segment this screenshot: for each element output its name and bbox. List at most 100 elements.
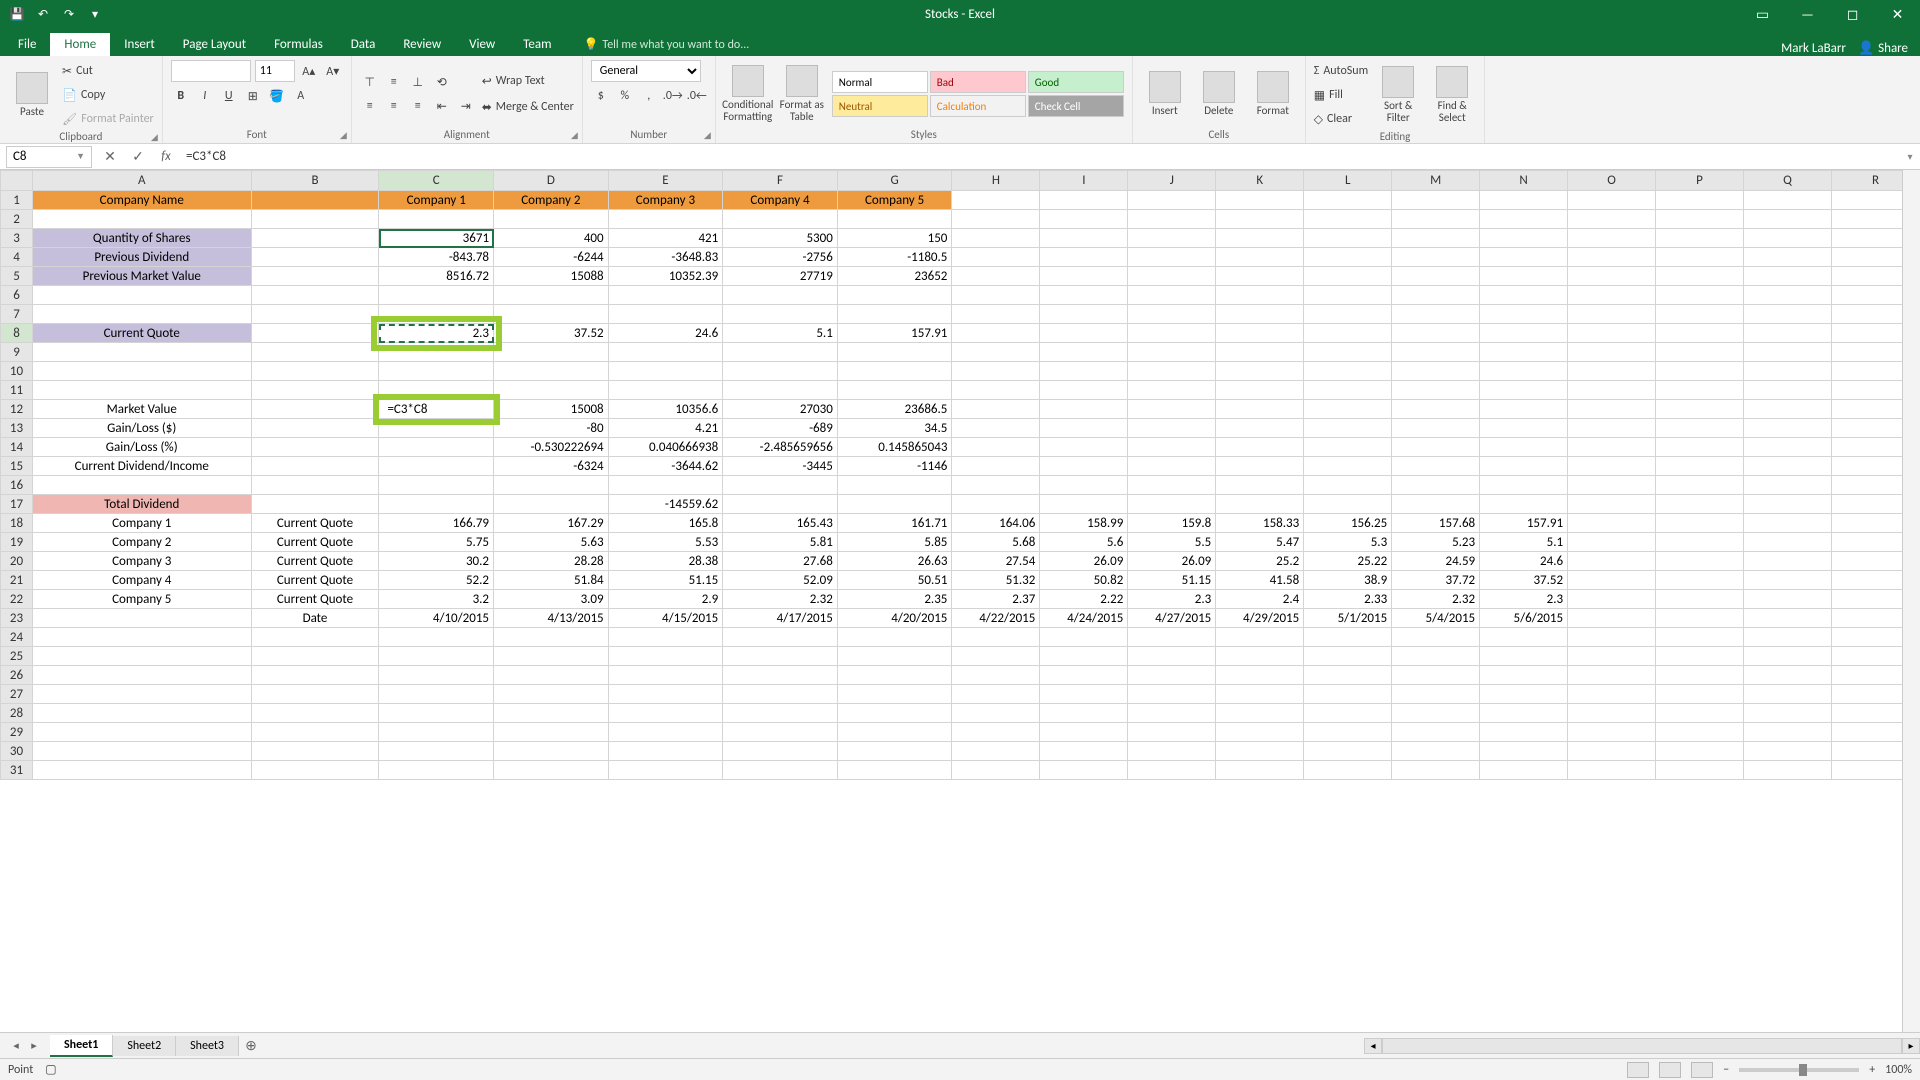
- row-header-28[interactable]: 28: [1, 704, 33, 723]
- cell-B13[interactable]: [251, 419, 379, 438]
- col-header-B[interactable]: B: [251, 171, 379, 191]
- cell-F3[interactable]: 5300: [723, 229, 838, 248]
- cell-L13[interactable]: [1304, 419, 1392, 438]
- cell-C2[interactable]: [379, 210, 494, 229]
- cell-A13[interactable]: Gain/Loss ($): [32, 419, 251, 438]
- cell-D30[interactable]: [494, 742, 609, 761]
- cell-J29[interactable]: [1128, 723, 1216, 742]
- cell-K5[interactable]: [1216, 267, 1304, 286]
- cell-J20[interactable]: 26.09: [1128, 552, 1216, 571]
- cell-A9[interactable]: [32, 343, 251, 362]
- cell-E19[interactable]: 5.53: [608, 533, 723, 552]
- font-size-input[interactable]: [255, 60, 295, 82]
- cell-F17[interactable]: [723, 495, 838, 514]
- cell-L3[interactable]: [1304, 229, 1392, 248]
- paste-button[interactable]: Paste: [8, 72, 56, 118]
- zoom-level[interactable]: 100%: [1885, 1063, 1912, 1077]
- tab-view[interactable]: View: [455, 33, 509, 56]
- cell-C16[interactable]: [379, 476, 494, 495]
- cell-H2[interactable]: [952, 210, 1040, 229]
- cell-H6[interactable]: [952, 286, 1040, 305]
- cell-I25[interactable]: [1040, 647, 1128, 666]
- cell-B20[interactable]: Current Quote: [251, 552, 379, 571]
- cell-Q26[interactable]: [1743, 666, 1831, 685]
- cell-G19[interactable]: 5.85: [837, 533, 952, 552]
- cell-H18[interactable]: 164.06: [952, 514, 1040, 533]
- cell-G27[interactable]: [837, 685, 952, 704]
- cell-O1[interactable]: [1568, 191, 1656, 210]
- cell-F29[interactable]: [723, 723, 838, 742]
- cell-Q17[interactable]: [1743, 495, 1831, 514]
- cell-L14[interactable]: [1304, 438, 1392, 457]
- cell-C11[interactable]: [379, 381, 494, 400]
- font-color-icon[interactable]: A: [291, 86, 311, 106]
- cell-E29[interactable]: [608, 723, 723, 742]
- customize-qat-icon[interactable]: ▾: [86, 5, 104, 23]
- cell-C29[interactable]: [379, 723, 494, 742]
- cell-B19[interactable]: Current Quote: [251, 533, 379, 552]
- cell-G31[interactable]: [837, 761, 952, 780]
- cell-F28[interactable]: [723, 704, 838, 723]
- cell-A24[interactable]: [32, 628, 251, 647]
- cell-Q29[interactable]: [1743, 723, 1831, 742]
- cell-Q1[interactable]: [1743, 191, 1831, 210]
- cell-P31[interactable]: [1656, 761, 1744, 780]
- sort-filter-button[interactable]: Sort & Filter: [1374, 66, 1422, 124]
- row-header-26[interactable]: 26: [1, 666, 33, 685]
- cell-D31[interactable]: [494, 761, 609, 780]
- cell-O22[interactable]: [1568, 590, 1656, 609]
- row-header-7[interactable]: 7: [1, 305, 33, 324]
- cell-J13[interactable]: [1128, 419, 1216, 438]
- cell-C17[interactable]: [379, 495, 494, 514]
- cell-E17[interactable]: -14559.62: [608, 495, 723, 514]
- cell-L6[interactable]: [1304, 286, 1392, 305]
- cell-A23[interactable]: [32, 609, 251, 628]
- cell-O26[interactable]: [1568, 666, 1656, 685]
- cell-L17[interactable]: [1304, 495, 1392, 514]
- row-header-17[interactable]: 17: [1, 495, 33, 514]
- cell-L15[interactable]: [1304, 457, 1392, 476]
- cell-H10[interactable]: [952, 362, 1040, 381]
- cell-O3[interactable]: [1568, 229, 1656, 248]
- tab-insert[interactable]: Insert: [110, 33, 169, 56]
- cell-F21[interactable]: 52.09: [723, 571, 838, 590]
- cell-H3[interactable]: [952, 229, 1040, 248]
- row-header-30[interactable]: 30: [1, 742, 33, 761]
- scroll-left-icon[interactable]: ◂: [1364, 1038, 1382, 1054]
- style-bad[interactable]: Bad: [930, 71, 1026, 93]
- cell-L4[interactable]: [1304, 248, 1392, 267]
- cell-B15[interactable]: [251, 457, 379, 476]
- cell-L21[interactable]: 38.9: [1304, 571, 1392, 590]
- save-icon[interactable]: 💾: [8, 5, 26, 23]
- cell-O11[interactable]: [1568, 381, 1656, 400]
- cell-N21[interactable]: 37.52: [1480, 571, 1568, 590]
- cell-A30[interactable]: [32, 742, 251, 761]
- cell-J17[interactable]: [1128, 495, 1216, 514]
- cell-D12[interactable]: 15008: [494, 400, 609, 419]
- cell-P9[interactable]: [1656, 343, 1744, 362]
- cell-F24[interactable]: [723, 628, 838, 647]
- cell-G25[interactable]: [837, 647, 952, 666]
- cell-B17[interactable]: [251, 495, 379, 514]
- cell-F22[interactable]: 2.32: [723, 590, 838, 609]
- cell-H30[interactable]: [952, 742, 1040, 761]
- cell-L2[interactable]: [1304, 210, 1392, 229]
- cell-A22[interactable]: Company 5: [32, 590, 251, 609]
- cell-K12[interactable]: [1216, 400, 1304, 419]
- cell-Q18[interactable]: [1743, 514, 1831, 533]
- cell-E11[interactable]: [608, 381, 723, 400]
- cell-B12[interactable]: [251, 400, 379, 419]
- tell-me-search[interactable]: 💡Tell me what you want to do...: [577, 33, 755, 56]
- cell-I2[interactable]: [1040, 210, 1128, 229]
- cell-E30[interactable]: [608, 742, 723, 761]
- align-middle-icon[interactable]: ≡: [384, 72, 404, 92]
- cell-M7[interactable]: [1392, 305, 1480, 324]
- indent-inc-icon[interactable]: ⇥: [456, 96, 476, 116]
- cell-G5[interactable]: 23652: [837, 267, 952, 286]
- cell-A8[interactable]: Current Quote: [32, 324, 251, 343]
- cell-Q23[interactable]: [1743, 609, 1831, 628]
- cell-O19[interactable]: [1568, 533, 1656, 552]
- cell-D9[interactable]: [494, 343, 609, 362]
- zoom-in-icon[interactable]: +: [1869, 1063, 1875, 1077]
- cell-H22[interactable]: 2.37: [952, 590, 1040, 609]
